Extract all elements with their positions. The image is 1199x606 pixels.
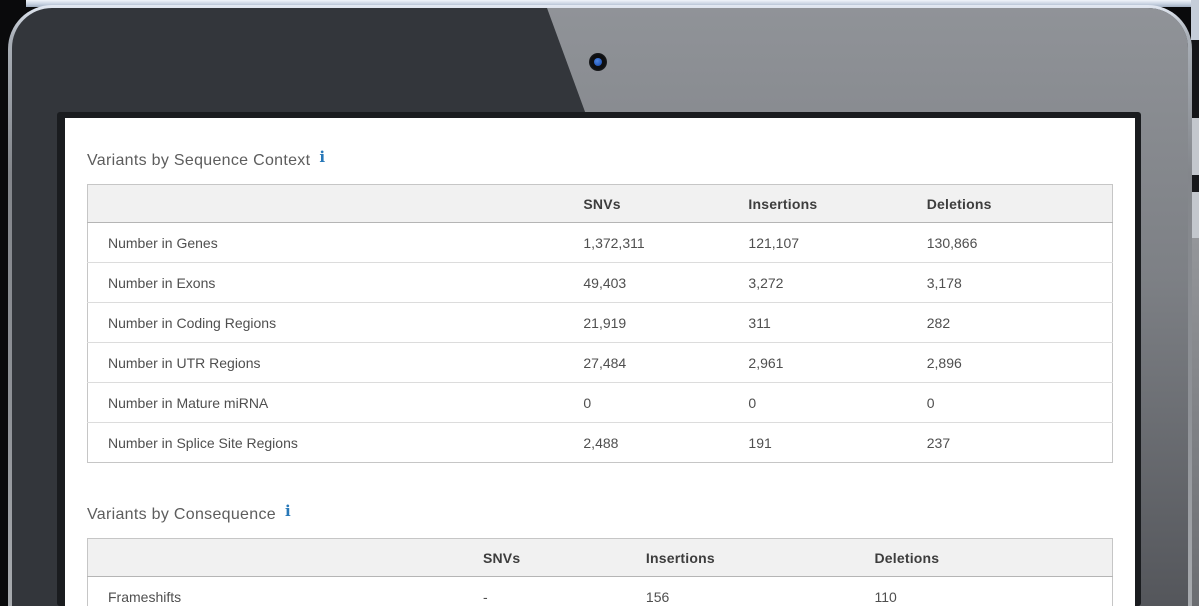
section-title-sequence-context: Variants by Sequence Context i — [87, 151, 1113, 170]
table-row: Number in Genes 1,372,311 121,107 130,86… — [88, 223, 1113, 263]
table-row: Number in Mature miRNA 0 0 0 — [88, 383, 1113, 423]
cell-deletions: 2,896 — [919, 343, 1113, 383]
column-header-deletions: Deletions — [919, 185, 1113, 223]
column-header-insertions: Insertions — [638, 539, 867, 577]
column-header-snvs: SNVs — [475, 539, 638, 577]
consequence-table: SNVs Insertions Deletions Frameshifts - … — [87, 538, 1113, 606]
cell-snvs: 0 — [575, 383, 740, 423]
row-label: Number in Genes — [88, 223, 576, 263]
background-right-segment — [1191, 118, 1199, 175]
cell-snvs: 49,403 — [575, 263, 740, 303]
section-title-text: Variants by Consequence — [87, 506, 276, 523]
row-label: Number in Exons — [88, 263, 576, 303]
camera-lens-icon — [594, 58, 602, 66]
background-right-edge — [1191, 0, 1199, 606]
tablet-device: Variants by Sequence Context i SNVs Inser… — [8, 5, 1192, 606]
row-label: Frameshifts — [88, 577, 475, 606]
cell-insertions: 121,107 — [740, 223, 918, 263]
row-label: Number in Coding Regions — [88, 303, 576, 343]
background-right-segment — [1191, 175, 1199, 192]
background-right-segment — [1191, 192, 1199, 238]
tablet-screen: Variants by Sequence Context i SNVs Inser… — [57, 112, 1141, 606]
row-label: Number in Splice Site Regions — [88, 423, 576, 463]
table-row: Number in UTR Regions 27,484 2,961 2,896 — [88, 343, 1113, 383]
table-row: Frameshifts - 156 110 — [88, 577, 1113, 606]
cell-snvs: 27,484 — [575, 343, 740, 383]
tablet-bezel: Variants by Sequence Context i SNVs Inser… — [12, 8, 1188, 606]
camera-icon — [589, 53, 607, 71]
cell-insertions: 191 — [740, 423, 918, 463]
row-label: Number in Mature miRNA — [88, 383, 576, 423]
cell-deletions: 0 — [919, 383, 1113, 423]
sequence-context-table: SNVs Insertions Deletions Number in Gene… — [87, 184, 1113, 463]
cell-snvs: 1,372,311 — [575, 223, 740, 263]
cell-insertions: 156 — [638, 577, 867, 606]
cell-snvs: 2,488 — [575, 423, 740, 463]
column-header-deletions: Deletions — [866, 539, 1112, 577]
cell-snvs: 21,919 — [575, 303, 740, 343]
column-header-insertions: Insertions — [740, 185, 918, 223]
column-header-blank — [88, 539, 475, 577]
table-row: Number in Splice Site Regions 2,488 191 … — [88, 423, 1113, 463]
table-header-row: SNVs Insertions Deletions — [88, 539, 1113, 577]
background-right-segment — [1191, 238, 1199, 606]
variant-report-page: Variants by Sequence Context i SNVs Inser… — [65, 118, 1135, 606]
cell-deletions: 110 — [866, 577, 1112, 606]
cell-insertions: 0 — [740, 383, 918, 423]
cell-deletions: 130,866 — [919, 223, 1113, 263]
section-title-text: Variants by Sequence Context — [87, 152, 310, 169]
column-header-blank — [88, 185, 576, 223]
info-icon[interactable]: i — [285, 502, 291, 521]
cell-insertions: 311 — [740, 303, 918, 343]
cell-deletions: 237 — [919, 423, 1113, 463]
table-row: Number in Exons 49,403 3,272 3,178 — [88, 263, 1113, 303]
cell-deletions: 3,178 — [919, 263, 1113, 303]
info-icon[interactable]: i — [319, 148, 325, 167]
section-title-consequence: Variants by Consequence i — [87, 505, 1113, 524]
column-header-snvs: SNVs — [575, 185, 740, 223]
background-right-segment — [1191, 40, 1199, 118]
cell-insertions: 3,272 — [740, 263, 918, 303]
cell-deletions: 282 — [919, 303, 1113, 343]
row-label: Number in UTR Regions — [88, 343, 576, 383]
screenshot-scene: Variants by Sequence Context i SNVs Inser… — [0, 0, 1199, 606]
cell-snvs: - — [475, 577, 638, 606]
table-row: Number in Coding Regions 21,919 311 282 — [88, 303, 1113, 343]
table-header-row: SNVs Insertions Deletions — [88, 185, 1113, 223]
background-right-segment — [1191, 0, 1199, 40]
cell-insertions: 2,961 — [740, 343, 918, 383]
